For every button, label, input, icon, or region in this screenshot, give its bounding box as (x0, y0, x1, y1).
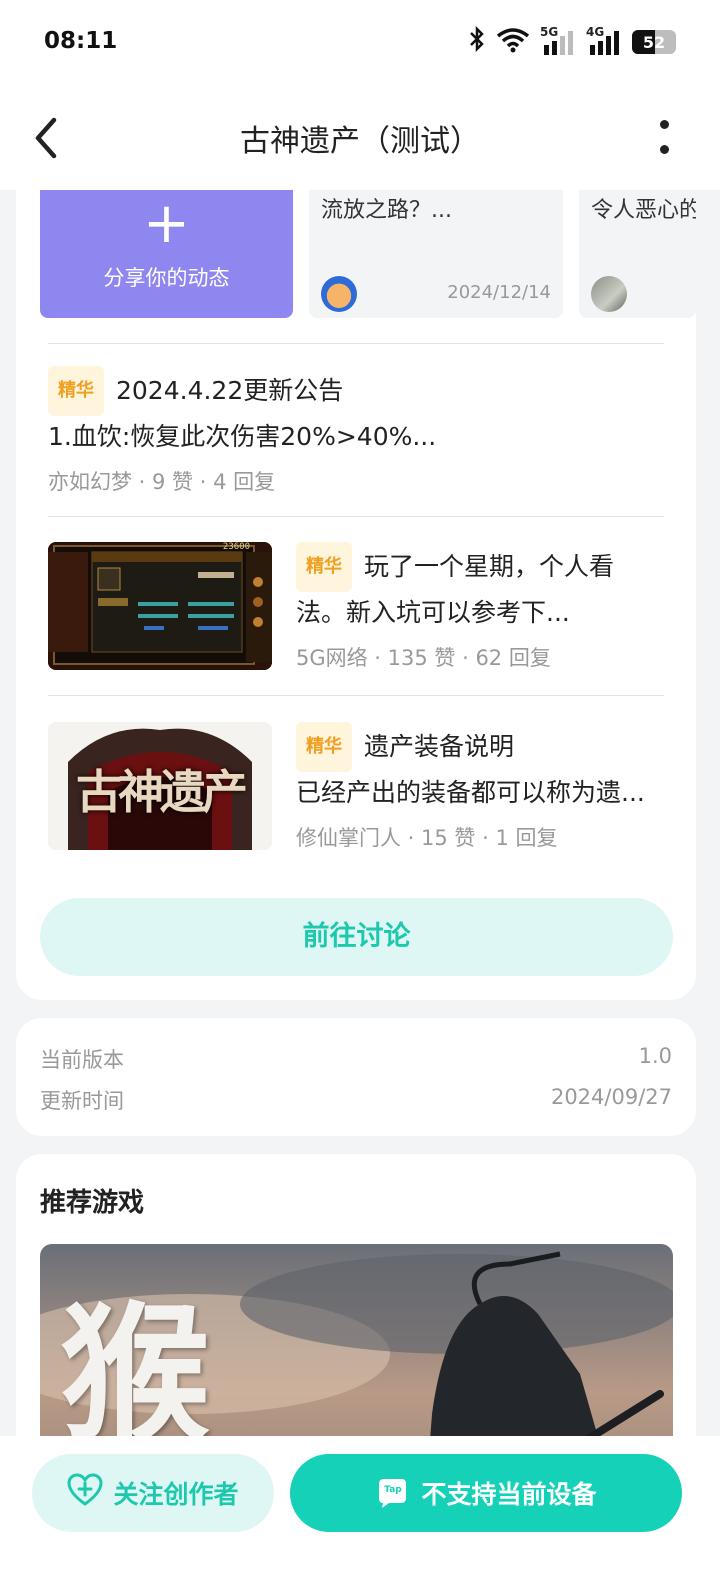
wifi-icon (496, 27, 530, 57)
plus-icon: + (143, 191, 190, 256)
bottom-action-bar: 关注创作者 Tap 不支持当前设备 (0, 1436, 720, 1584)
follow-label: 关注创作者 (113, 1480, 239, 1509)
post-excerpt: 法。新入坑可以参考下... (296, 598, 570, 627)
banner-title-text: 猴 (60, 1287, 211, 1436)
divider (48, 516, 664, 517)
avatar (321, 276, 357, 312)
version-label: 当前版本 (40, 1048, 124, 1072)
mini-post-card[interactable]: 令人恶心的 (579, 190, 696, 318)
featured-badge: 精华 (48, 366, 104, 416)
post-excerpt: 已经产出的装备都可以称为遗... (296, 778, 645, 807)
bluetooth-icon (468, 25, 486, 58)
update-time-value: 2024/09/27 (550, 1085, 672, 1109)
follow-creator-button[interactable]: 关注创作者 (32, 1454, 274, 1532)
featured-badge: 精华 (296, 542, 352, 592)
post-excerpt: 1.血饮:恢复此次伤害20%>40%... (48, 422, 437, 451)
signal-4g-icon: 4G (586, 25, 622, 55)
post-meta: 修仙掌门人 · 15 赞 · 1 回复 (296, 826, 558, 850)
main-action-label: 不支持当前设备 (421, 1480, 597, 1509)
status-bar: 08:11 5G 4G 52 (0, 0, 720, 86)
update-time-label: 更新时间 (40, 1089, 124, 1113)
post-title: 2024.4.22更新公告 (116, 376, 344, 405)
go-discussion-button[interactable]: 前往讨论 (40, 898, 673, 976)
mini-post-text: 流放之路？... (321, 198, 452, 223)
version-row: 当前版本 1.0 (40, 1044, 672, 1074)
post-meta: 5G网络 · 135 赞 · 62 回复 (296, 646, 551, 670)
main-content[interactable]: + 分享你的动态 流放之路？... 2024/12/14 令人恶心的 精华 202… (0, 190, 720, 1436)
status-icons: 5G 4G 52 (468, 25, 676, 58)
mini-post-text: 令人恶心的 (591, 198, 696, 223)
signal-5g-icon: 5G (540, 25, 576, 55)
recommended-games-card: 推荐游戏 猴 (16, 1154, 696, 1436)
thumb-logo-text: 古神遗产 (76, 765, 248, 819)
discussion-card: + 分享你的动态 流放之路？... 2024/12/14 令人恶心的 精华 202… (16, 190, 696, 1000)
post-title: 玩了一个星期，个人看 (364, 552, 615, 581)
featured-badge: 精华 (296, 722, 352, 772)
version-info-card: 当前版本 1.0 更新时间 2024/09/27 (16, 1018, 696, 1136)
page-title: 古神遗产（测试） (240, 124, 480, 159)
unsupported-device-button[interactable]: Tap 不支持当前设备 (290, 1454, 682, 1532)
share-post-button[interactable]: + 分享你的动态 (40, 190, 293, 318)
heart-plus-icon (67, 1473, 103, 1513)
post-title: 遗产装备说明 (364, 732, 515, 761)
avatar (591, 276, 627, 312)
status-time: 08:11 (44, 28, 118, 54)
post-thumbnail: 古神遗产 (48, 722, 272, 850)
post-thumbnail: 23600 (48, 542, 272, 670)
game-banner[interactable]: 猴 (40, 1244, 673, 1436)
version-value: 1.0 (638, 1044, 672, 1068)
share-label: 分享你的动态 (103, 266, 230, 290)
battery-icon: 52 (632, 30, 676, 54)
more-options-icon[interactable] (658, 120, 670, 154)
post-meta: 亦如幻梦 · 9 赞 · 4 回复 (48, 470, 276, 494)
divider (48, 695, 664, 696)
list-item[interactable]: 古神遗产 精华 遗产装备说明 已经产出的装备都可以称为遗... 修仙掌门人 · 1… (48, 722, 672, 852)
list-item[interactable]: 精华 2024.4.22更新公告 1.血饮:恢复此次伤害20%>40%... 亦如… (48, 366, 672, 496)
section-title: 推荐游戏 (40, 1188, 145, 1218)
divider (48, 343, 664, 344)
taptap-icon: Tap (375, 1476, 409, 1510)
thumb-gold-count: 23600 (222, 542, 250, 552)
mini-post-card[interactable]: 流放之路？... 2024/12/14 (309, 190, 563, 318)
update-time-row: 更新时间 2024/09/27 (40, 1085, 672, 1115)
mini-post-date: 2024/12/14 (447, 282, 551, 303)
top-nav-bar: 古神遗产（测试） (0, 86, 720, 190)
list-item[interactable]: 23600 精华 玩了一个星期，个人看 法。新入坑可以参考下... 5G网络 · … (48, 542, 672, 672)
